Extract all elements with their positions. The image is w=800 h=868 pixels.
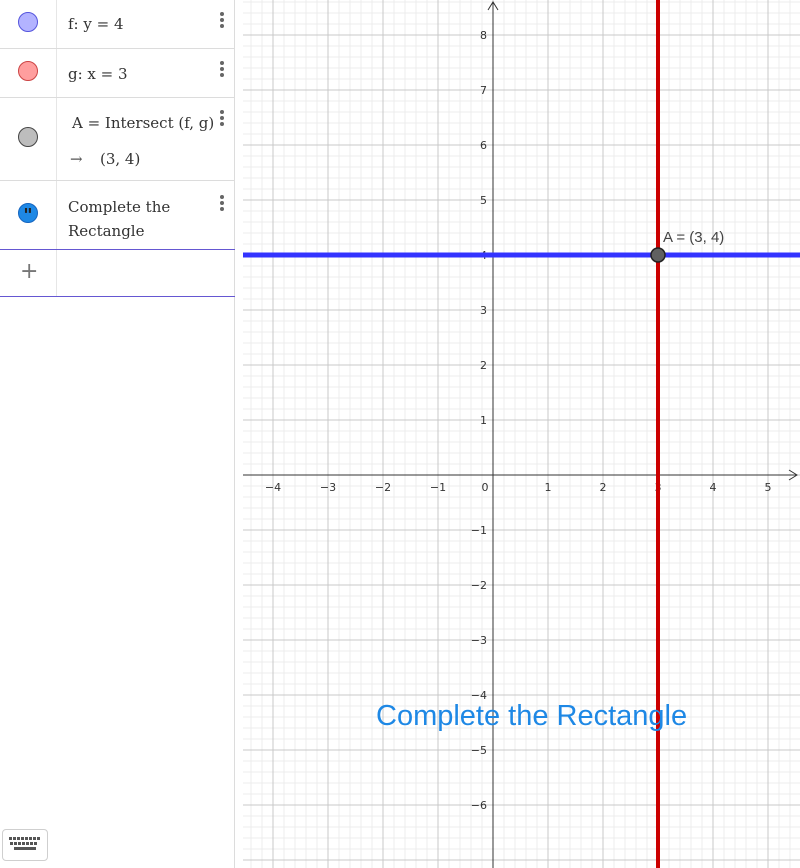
- row-separator: [56, 49, 57, 97]
- algebra-item-text[interactable]: " Complete the Rectangle: [0, 181, 235, 249]
- more-menu-icon[interactable]: [219, 61, 225, 79]
- x-tick-label: −4: [265, 481, 281, 494]
- graphics-view[interactable]: −4−3−2−101234512345678−1−2−3−4−5−6 A = (…: [243, 0, 800, 868]
- x-tick-label: −3: [320, 481, 336, 494]
- algebra-item-f[interactable]: f: y = 4: [0, 0, 235, 49]
- y-tick-label: 1: [480, 414, 487, 427]
- visibility-toggle-icon[interactable]: [18, 127, 38, 147]
- quote-icon[interactable]: ": [18, 203, 38, 223]
- y-tick-label: −6: [471, 799, 487, 812]
- point-a[interactable]: [650, 247, 666, 263]
- row-separator: [56, 250, 57, 296]
- y-tick-label: −3: [471, 634, 487, 647]
- y-tick-label: −1: [471, 524, 487, 537]
- algebra-item-g[interactable]: g: x = 3: [0, 49, 235, 98]
- x-tick-label: 0: [482, 481, 489, 494]
- major-grid: [243, 0, 800, 868]
- y-tick-label: −2: [471, 579, 487, 592]
- row-separator: [56, 98, 57, 180]
- y-tick-label: −5: [471, 744, 487, 757]
- algebra-item-label-line1: Complete the: [68, 198, 171, 216]
- keyboard-button[interactable]: [2, 829, 48, 861]
- algebra-item-result: (3, 4): [100, 150, 141, 168]
- algebra-item-label: f: y = 4: [68, 15, 124, 33]
- x-tick-label: −1: [430, 481, 446, 494]
- y-tick-label: 6: [480, 139, 487, 152]
- visibility-toggle-icon[interactable]: [18, 61, 38, 81]
- result-arrow-icon: →: [70, 150, 83, 168]
- y-tick-label: 7: [480, 84, 487, 97]
- axes: [243, 1, 798, 868]
- x-tick-label: 1: [545, 481, 552, 494]
- svg-text:": ": [23, 205, 32, 223]
- algebra-item-label-line2: Rectangle: [68, 222, 145, 240]
- algebra-item-label: A = Intersect (f, g): [72, 114, 215, 132]
- more-menu-icon[interactable]: [219, 110, 225, 128]
- add-item-icon[interactable]: +: [20, 259, 38, 284]
- text-object-complete-rectangle[interactable]: Complete the Rectangle: [376, 700, 687, 733]
- visibility-toggle-icon[interactable]: [18, 12, 38, 32]
- x-tick-label: 5: [765, 481, 772, 494]
- row-separator: [56, 181, 57, 249]
- point-a-label: A = (3, 4): [663, 229, 724, 246]
- y-tick-label: 5: [480, 194, 487, 207]
- y-tick-label: 2: [480, 359, 487, 372]
- algebra-input-row[interactable]: +: [0, 249, 235, 297]
- algebra-item-a[interactable]: A = Intersect (f, g) → (3, 4): [0, 98, 235, 181]
- x-tick-label: 4: [710, 481, 717, 494]
- minor-grid: [243, 0, 800, 868]
- y-tick-label: 3: [480, 304, 487, 317]
- more-menu-icon[interactable]: [219, 12, 225, 30]
- x-tick-label: −2: [375, 481, 391, 494]
- y-tick-label: 8: [480, 29, 487, 42]
- algebra-item-label: g: x = 3: [68, 65, 128, 83]
- row-separator: [56, 0, 57, 48]
- algebra-view: f: y = 4 g: x = 3 A = Intersect (f, g) →…: [0, 0, 235, 868]
- keyboard-icon: [9, 837, 40, 850]
- x-tick-label: 2: [600, 481, 607, 494]
- more-menu-icon[interactable]: [219, 195, 225, 213]
